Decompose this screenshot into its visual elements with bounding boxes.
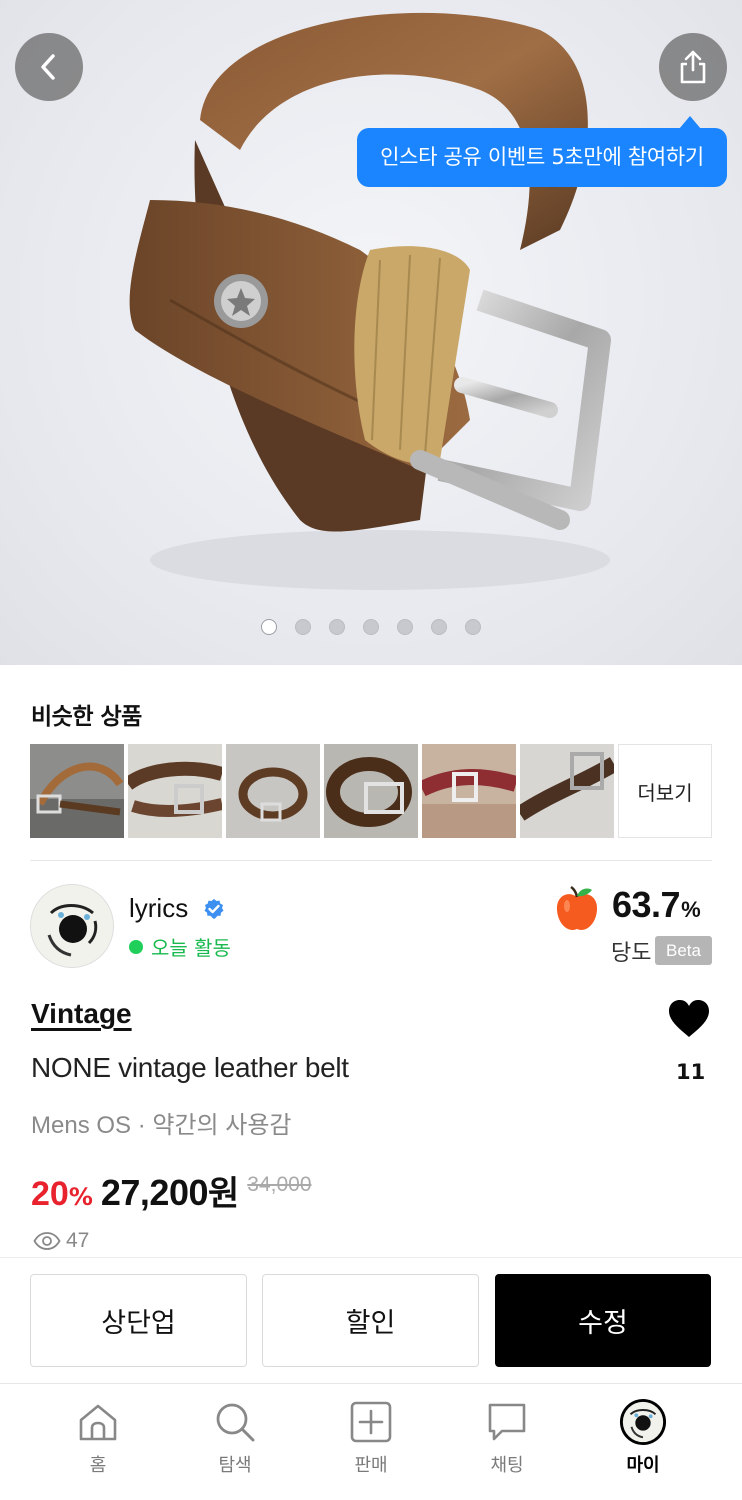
eye-icon: [33, 1232, 61, 1250]
product-condition: Mens OS · 약간의 사용감: [31, 1112, 292, 1139]
carousel-dot[interactable]: [295, 619, 311, 635]
share-button[interactable]: [659, 33, 727, 101]
price-row: 20 % 27,200 원 34,000: [31, 1166, 312, 1215]
bump-button[interactable]: 상단업: [30, 1274, 247, 1367]
carousel-dot-active[interactable]: [261, 619, 277, 635]
carousel-dot[interactable]: [329, 619, 345, 635]
tab-my-label: 마이: [626, 1455, 660, 1476]
seller-activity-label: 오늘 활동: [151, 936, 231, 960]
heart-like-icon[interactable]: [667, 999, 711, 1039]
chat-icon: [488, 1403, 526, 1441]
tab-chat[interactable]: 채팅: [457, 1384, 557, 1500]
original-price: 34,000: [247, 1173, 312, 1196]
apple-rating-icon: [556, 885, 598, 930]
tab-home[interactable]: 홈: [48, 1384, 148, 1500]
carousel-dot[interactable]: [363, 619, 379, 635]
online-dot-icon: [129, 939, 143, 954]
tab-sell[interactable]: 판매: [321, 1384, 421, 1500]
seller-avatar[interactable]: [30, 884, 114, 968]
carousel-dot[interactable]: [465, 619, 481, 635]
carousel-dot[interactable]: [397, 619, 413, 635]
seller-action-bar: 상단업 할인 수정: [0, 1257, 742, 1383]
carousel-indicator: [261, 619, 481, 635]
similar-item-thumbnail[interactable]: [520, 744, 614, 838]
chevron-left-icon: [41, 54, 55, 80]
share-icon: [680, 50, 706, 84]
tab-sell-label: 판매: [354, 1455, 388, 1476]
similar-items-heading: 비슷한 상품: [31, 704, 142, 730]
sale-price: 27,200: [100, 1172, 209, 1213]
tab-home-label: 홈: [89, 1455, 107, 1476]
similar-item-thumbnail[interactable]: [226, 744, 320, 838]
bottom-tab-bar: 홈 탐색 판매 채팅 마이: [0, 1383, 742, 1500]
similar-items-row: 더보기: [30, 744, 712, 838]
discount-button[interactable]: 할인: [262, 1274, 479, 1367]
product-image-carousel[interactable]: 인스타 공유 이벤트 5초만에 참여하기: [0, 0, 742, 665]
product-title: NONE vintage leather belt: [31, 1052, 349, 1083]
section-divider: [30, 860, 712, 861]
rating-label: 당도: [611, 941, 652, 966]
similar-item-thumbnail[interactable]: [30, 744, 124, 838]
similar-item-thumbnail[interactable]: [128, 744, 222, 838]
seller-name[interactable]: lyrics: [129, 893, 188, 924]
verified-badge-icon: [204, 899, 224, 919]
tab-explore[interactable]: 탐색: [185, 1384, 285, 1500]
tab-chat-label: 채팅: [490, 1455, 524, 1476]
discount-rate: 20: [31, 1175, 69, 1213]
share-event-tooltip[interactable]: 인스타 공유 이벤트 5초만에 참여하기: [357, 116, 727, 187]
similar-item-thumbnail[interactable]: [324, 744, 418, 838]
like-count: 11: [676, 1060, 706, 1084]
similar-item-thumbnail[interactable]: [422, 744, 516, 838]
home-icon: [79, 1404, 117, 1441]
profile-avatar-icon: [619, 1398, 667, 1446]
beta-badge: Beta: [655, 936, 712, 965]
similar-items-more-button[interactable]: 더보기: [618, 744, 712, 838]
edit-button[interactable]: 수정: [495, 1274, 711, 1367]
discount-unit: %: [68, 1183, 93, 1211]
rating-unit: %: [681, 897, 701, 922]
price-unit: 원: [207, 1174, 240, 1214]
search-icon: [216, 1403, 255, 1442]
view-count: 47: [33, 1229, 89, 1253]
seller-rating: 63.7%: [612, 884, 701, 926]
brand-link[interactable]: Vintage: [31, 998, 132, 1030]
tab-explore-label: 탐색: [218, 1455, 252, 1476]
carousel-dot[interactable]: [431, 619, 447, 635]
rating-value: 63.7: [612, 884, 681, 925]
view-count-value: 47: [66, 1229, 90, 1252]
seller-activity-status: 오늘 활동: [129, 932, 231, 961]
belt-product-photo: [129, 12, 611, 590]
plus-square-icon: [350, 1401, 392, 1443]
back-button[interactable]: [15, 33, 83, 101]
tab-my[interactable]: 마이: [593, 1384, 693, 1500]
